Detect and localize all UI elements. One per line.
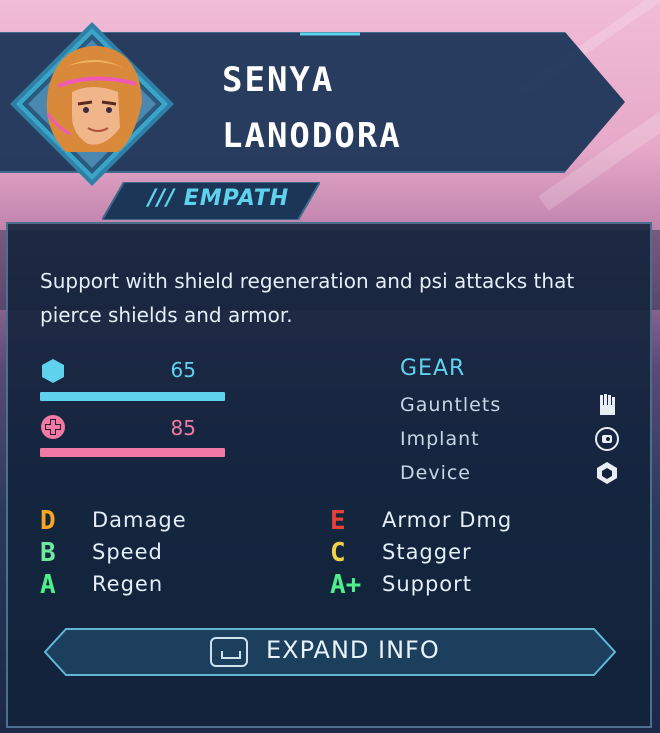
rating-label-speed: Speed [92,540,163,564]
rating-label-stagger: Stagger [382,540,472,564]
rating-label-armor-dmg: Armor Dmg [382,508,513,532]
health-bar [40,448,225,457]
gear-item-gauntlets: Gauntlets [400,394,502,416]
device-icon [597,462,617,484]
gauntlet-icon [600,394,615,415]
gear-title: GEAR [400,356,466,381]
rating-label-regen: Regen [92,572,164,596]
implant-icon [595,427,619,451]
rating-label-damage: Damage [92,508,187,532]
rating-grade-stagger: C [330,538,346,568]
rating-grade-support: A+ [330,570,362,600]
class-label: /// EMPATH [148,186,290,211]
rating-grade-speed: B [40,538,56,568]
rating-grade-armor-dmg: E [330,506,346,536]
expand-info-label: EXPAND INFO [266,636,440,664]
keyboard-key-icon [210,637,248,667]
shield-value: 65 [170,358,196,382]
shield-bar [40,392,225,401]
health-value: 85 [170,416,196,440]
character-last-name: LANODORA [222,116,402,156]
shield-hexagon-icon [42,359,64,383]
health-cross-icon [41,415,65,439]
character-portrait [8,20,176,188]
rating-label-support: Support [382,572,473,596]
gear-item-device: Device [400,462,471,484]
character-first-name: SENYA [222,60,335,100]
character-description: Support with shield regeneration and psi… [40,269,575,327]
rating-grade-regen: A [40,570,56,600]
gear-item-implant: Implant [400,428,480,450]
rating-grade-damage: D [40,506,56,536]
